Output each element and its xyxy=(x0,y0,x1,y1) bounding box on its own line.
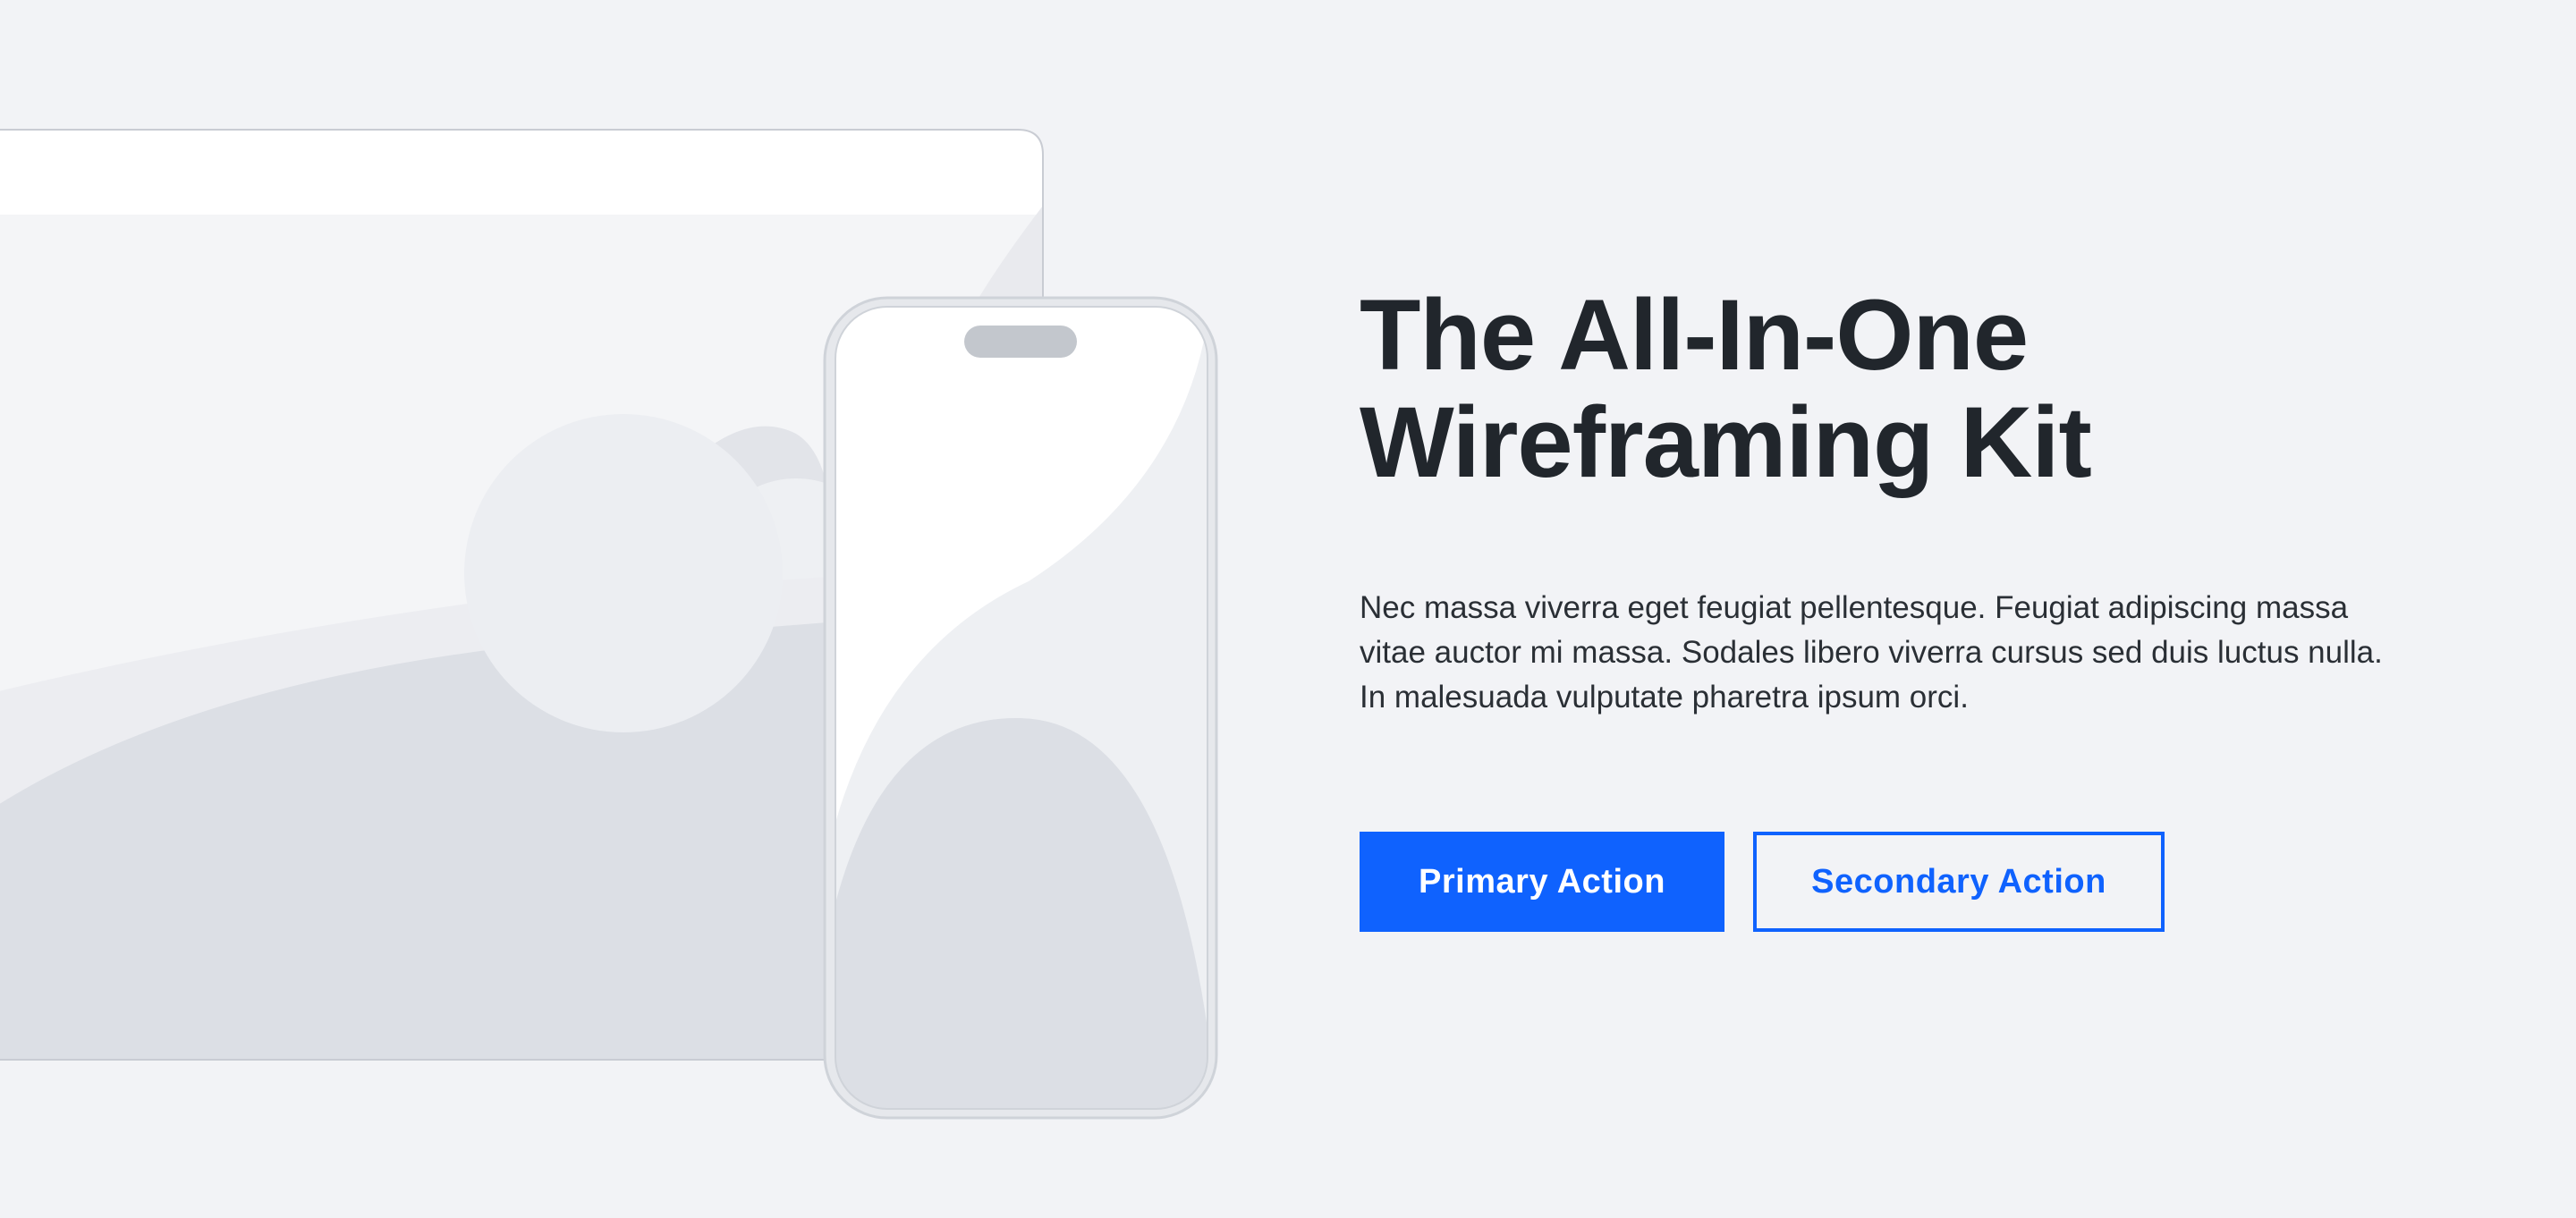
hero-actions: Primary Action Secondary Action xyxy=(1360,832,2165,932)
hero-headline: The All-In-One Wireframing Kit xyxy=(1360,282,2433,496)
description-line-2: vitae auctor mi massa. Sodales libero vi… xyxy=(1360,635,2383,670)
device-illustration xyxy=(0,0,1252,1218)
secondary-action-button[interactable]: Secondary Action xyxy=(1753,832,2165,932)
hero-section: The All-In-One Wireframing Kit Nec massa… xyxy=(0,0,2576,1218)
description-line-1: Nec massa viverra eget feugiat pellentes… xyxy=(1360,590,2349,625)
hero-description: Nec massa viverra eget feugiat pellentes… xyxy=(1360,586,2433,720)
headline-line-2: Wireframing Kit xyxy=(1360,386,2092,498)
phone-mockup xyxy=(823,296,1218,1120)
description-line-3: In malesuada vulputate pharetra ipsum or… xyxy=(1360,680,1969,715)
device-illustration-svg xyxy=(0,129,1218,1120)
primary-action-button[interactable]: Primary Action xyxy=(1360,832,1724,932)
hero-copy: The All-In-One Wireframing Kit Nec massa… xyxy=(1360,282,2433,720)
phone-notch xyxy=(964,326,1077,358)
headline-line-1: The All-In-One xyxy=(1360,279,2029,391)
browser-toolbar xyxy=(0,130,1043,215)
sun-circle xyxy=(464,414,783,732)
